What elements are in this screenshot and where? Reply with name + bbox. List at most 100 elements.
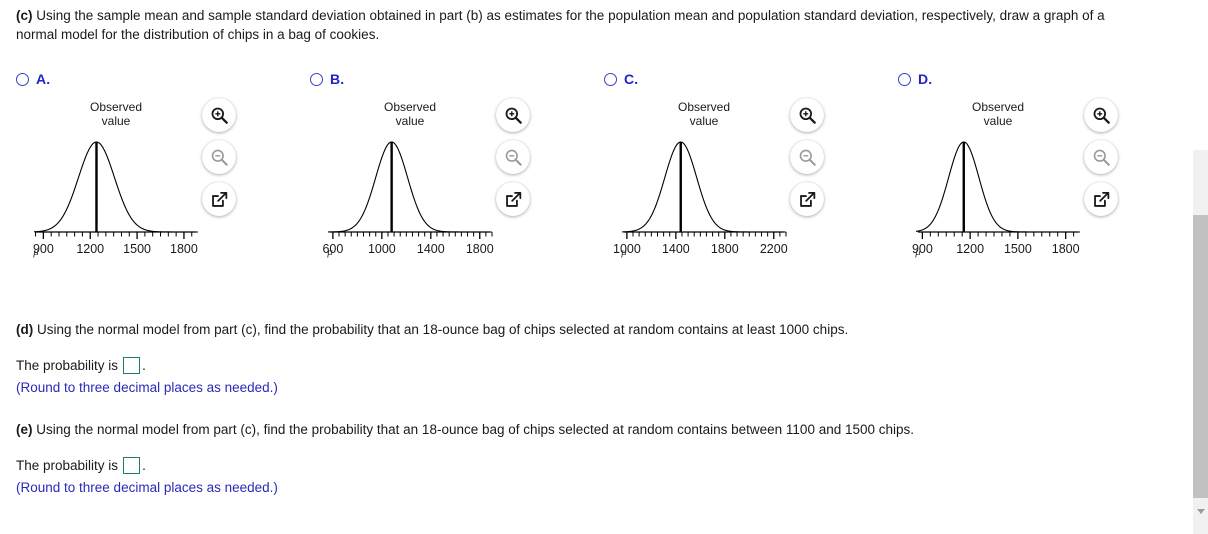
svg-text:1800: 1800 xyxy=(711,242,739,256)
option-d-plot: Observed value 900 1200 1500 1800 μ xyxy=(908,98,1108,298)
zoom-out-icon xyxy=(505,149,522,166)
radio-button-c[interactable] xyxy=(604,72,617,86)
question-d-label: (d) xyxy=(16,322,34,337)
radio-button-b[interactable] xyxy=(310,72,323,86)
question-e-answer-row: The probability is . xyxy=(16,457,1146,474)
pop-out-button-a[interactable] xyxy=(202,182,236,216)
question-d-answer-row: The probability is . xyxy=(16,357,1146,374)
zoom-in-button-d[interactable] xyxy=(1084,98,1118,132)
option-d-normal-curve: 900 1200 1500 1800 xyxy=(912,141,1080,256)
option-a-title-line1: Observed xyxy=(89,100,143,114)
option-b-letter: B. xyxy=(330,71,345,87)
zoom-out-button-c[interactable] xyxy=(790,140,824,174)
pop-out-icon xyxy=(211,191,227,207)
question-c-text: Using the sample mean and sample standar… xyxy=(16,8,1105,42)
option-d-title-line2: value xyxy=(983,114,1013,128)
question-e-answer-input[interactable] xyxy=(123,457,141,474)
zoom-in-button-b[interactable] xyxy=(496,98,530,132)
zoom-in-icon xyxy=(799,107,816,124)
vertical-scrollbar[interactable] xyxy=(1193,150,1208,534)
option-c[interactable]: C. Observed value 1000 1400 1800 2200 μ xyxy=(594,68,890,308)
option-d-title: Observed value xyxy=(908,100,1088,128)
option-c-title-line1: Observed xyxy=(677,100,731,114)
question-d-answer-suffix: . xyxy=(142,358,146,373)
svg-text:2200: 2200 xyxy=(760,242,788,256)
question-d-round-note: (Round to three decimal places as needed… xyxy=(16,380,278,395)
question-e-text: Using the normal model from part (c), fi… xyxy=(32,422,915,437)
option-c-letter: C. xyxy=(624,71,639,87)
right-gutter xyxy=(1186,0,1193,534)
question-e-answer-prefix: The probability is xyxy=(16,458,119,473)
svg-text:1400: 1400 xyxy=(417,242,445,256)
pop-out-button-c[interactable] xyxy=(790,182,824,216)
scrollbar-thumb[interactable] xyxy=(1193,215,1208,498)
option-a-plot: Observed value 900 1200 1500 1800 μ xyxy=(26,98,226,298)
pop-out-icon xyxy=(799,191,815,207)
pop-out-button-b[interactable] xyxy=(496,182,530,216)
option-c-icon-rail xyxy=(790,98,836,224)
exercise-page: (c) Using the sample mean and sample sta… xyxy=(0,0,1186,534)
zoom-in-icon xyxy=(505,107,522,124)
option-d[interactable]: D. Observed value 900 1200 1500 1800 μ xyxy=(888,68,1184,308)
radio-button-a[interactable] xyxy=(16,72,29,86)
zoom-in-button-a[interactable] xyxy=(202,98,236,132)
option-a-title: Observed value xyxy=(26,100,206,128)
option-d-header[interactable]: D. xyxy=(898,68,932,90)
option-b-plot: Observed value 600 1000 1400 1800 μ xyxy=(320,98,520,298)
svg-text:1800: 1800 xyxy=(1052,242,1080,256)
svg-text:1500: 1500 xyxy=(123,242,151,256)
zoom-out-button-b[interactable] xyxy=(496,140,530,174)
question-e-label: (e) xyxy=(16,422,33,437)
option-d-title-line1: Observed xyxy=(971,100,1025,114)
option-a-header[interactable]: A. xyxy=(16,68,50,90)
question-d-text: Using the normal model from part (c), fi… xyxy=(33,322,849,337)
svg-text:1000: 1000 xyxy=(368,242,396,256)
zoom-out-icon xyxy=(1093,149,1110,166)
radio-button-d[interactable] xyxy=(898,72,911,86)
zoom-in-icon xyxy=(211,107,228,124)
zoom-in-button-c[interactable] xyxy=(790,98,824,132)
option-a-title-line2: value xyxy=(101,114,131,128)
svg-text:1500: 1500 xyxy=(1004,242,1032,256)
pop-out-icon xyxy=(1093,191,1109,207)
svg-text:1200: 1200 xyxy=(76,242,104,256)
option-c-title: Observed value xyxy=(614,100,794,128)
pop-out-button-d[interactable] xyxy=(1084,182,1118,216)
zoom-in-icon xyxy=(1093,107,1110,124)
option-a-normal-curve: 900 1200 1500 1800 xyxy=(33,141,198,256)
option-c-normal-curve: 1000 1400 1800 2200 xyxy=(614,141,788,256)
svg-text:1400: 1400 xyxy=(662,242,690,256)
svg-text:1800: 1800 xyxy=(466,242,494,256)
option-b-mu-label: μ xyxy=(327,246,333,258)
option-b-icon-rail xyxy=(496,98,542,224)
question-d-prompt: (d) Using the normal model from part (c)… xyxy=(16,320,1146,339)
option-b[interactable]: B. Observed value 600 1000 1400 1800 μ xyxy=(300,68,596,308)
question-d-answer-input[interactable] xyxy=(123,357,141,374)
option-b-header[interactable]: B. xyxy=(310,68,344,90)
pop-out-icon xyxy=(505,191,521,207)
option-d-letter: D. xyxy=(918,71,933,87)
question-e-answer-suffix: . xyxy=(142,458,146,473)
option-b-title: Observed value xyxy=(320,100,500,128)
option-b-title-line2: value xyxy=(395,114,425,128)
option-a-mu-label: μ xyxy=(33,246,39,258)
chevron-down-icon xyxy=(1196,508,1205,514)
svg-text:1200: 1200 xyxy=(956,242,984,256)
option-c-title-line2: value xyxy=(689,114,719,128)
question-c-label: (c) xyxy=(16,8,33,23)
option-b-title-line1: Observed xyxy=(383,100,437,114)
option-a[interactable]: A. Observed value 900 1200 1500 1800 μ xyxy=(6,68,302,308)
option-a-icon-rail xyxy=(202,98,248,224)
zoom-out-button-d[interactable] xyxy=(1084,140,1118,174)
zoom-out-icon xyxy=(211,149,228,166)
question-d-answer-prefix: The probability is xyxy=(16,358,119,373)
question-c-prompt: (c) Using the sample mean and sample sta… xyxy=(16,6,1126,44)
option-c-plot: Observed value 1000 1400 1800 2200 μ xyxy=(614,98,814,298)
question-e-block: (e) Using the normal model from part (c)… xyxy=(16,420,1146,496)
answer-options: A. Observed value 900 1200 1500 1800 μ B… xyxy=(0,68,1186,308)
option-b-normal-curve: 600 1000 1400 1800 xyxy=(322,141,494,256)
scroll-down-arrow[interactable] xyxy=(1193,504,1208,518)
option-c-header[interactable]: C. xyxy=(604,68,638,90)
option-a-letter: A. xyxy=(36,71,51,87)
zoom-out-button-a[interactable] xyxy=(202,140,236,174)
